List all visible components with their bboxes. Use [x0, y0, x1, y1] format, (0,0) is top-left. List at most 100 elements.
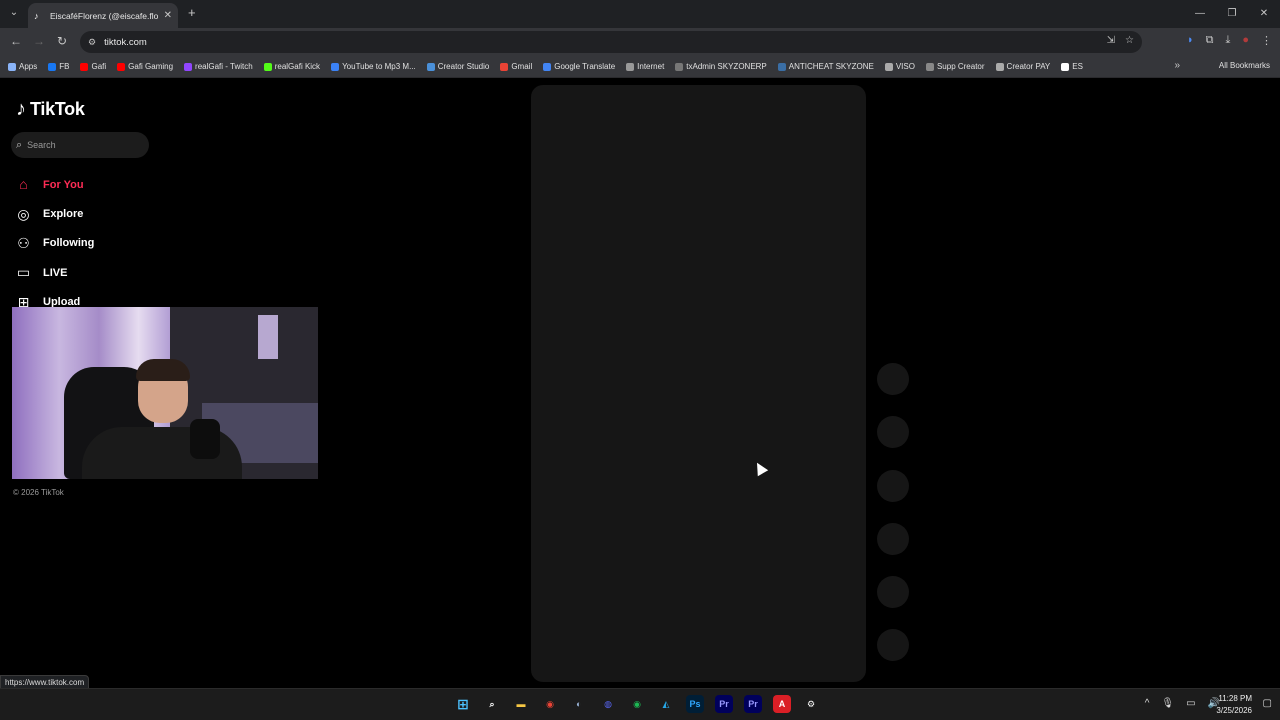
bookmark-star-icon[interactable]: ☆ [1125, 35, 1134, 46]
sidebar-item-live[interactable]: ▭ LIVE [15, 258, 94, 287]
bookmark-label: Gmail [511, 62, 533, 71]
bookmark-item[interactable]: Supp Creator [925, 62, 985, 71]
close-window-button[interactable]: ✕ [1248, 0, 1280, 28]
bookmark-label: Google Translate [554, 62, 616, 71]
download-icon[interactable]: ⤓ [1225, 34, 1230, 47]
search-icon: ⌕ [16, 138, 23, 151]
photoshop-icon[interactable]: Ps [686, 695, 704, 713]
search-placeholder: Search [27, 140, 56, 150]
tiktok-logo[interactable]: ♪ TikTok [16, 98, 85, 121]
address-bar[interactable]: ⚙ tiktok.com ⇲ ☆ [80, 31, 1142, 53]
comment-button[interactable] [877, 416, 909, 449]
webcam-poster [258, 315, 278, 359]
bookmark-label: Apps [19, 62, 38, 71]
bookmark-favicon-icon [925, 62, 934, 71]
video-player-placeholder[interactable] [531, 85, 866, 682]
site-info-icon[interactable]: ⚙ [88, 37, 96, 48]
tiktok-page: ♪ TikTok ⌕ Search ⌂ For You ◎ Explore ⚇ … [0, 78, 1280, 688]
sidebar-item-label: Explore [43, 208, 84, 221]
bookmark-item[interactable]: Gafi Gaming [117, 62, 173, 71]
acrobat-icon[interactable]: A [773, 695, 791, 713]
home-icon: ⌂ [19, 176, 28, 193]
sidebar-nav: ⌂ For You ◎ Explore ⚇ Following ▭ LIVE ⊞… [15, 170, 94, 317]
bookmark-item[interactable]: Gmail [500, 62, 532, 71]
discord-icon[interactable]: ◍ [599, 695, 617, 713]
tab-title: EiscaféFlorenz (@eiscafe.florenz [50, 10, 158, 21]
bookmark-item[interactable]: Internet [626, 62, 664, 71]
video-actions [877, 363, 909, 683]
bookmark-favicon-icon [777, 62, 786, 71]
tab-close-icon[interactable]: ✕ [164, 10, 172, 21]
sound-button[interactable] [877, 629, 909, 662]
sidebar-item-following[interactable]: ⚇ Following [15, 229, 94, 258]
bookmark-item[interactable]: realGafi - Twitch [184, 62, 253, 71]
bookmark-label: ES [1072, 62, 1083, 71]
bookmark-favicon-icon [426, 62, 435, 71]
search-taskbar-icon[interactable]: ⌕ [483, 695, 501, 713]
profile-avatar[interactable]: ● [1242, 34, 1249, 47]
sidebar-item-for-you[interactable]: ⌂ For You [15, 170, 94, 199]
extensions-puzzle-icon[interactable]: ⧉ [1206, 34, 1214, 47]
system-clock[interactable]: 11:28 PM 3/25/2026 [1216, 693, 1252, 717]
back-button[interactable]: ← [8, 34, 24, 48]
bookmark-item[interactable]: YouTube to Mp3 M... [331, 62, 416, 71]
webcam-person-hair [136, 359, 190, 381]
file-explorer-icon[interactable]: ▬ [512, 695, 530, 713]
bookmark-button[interactable] [877, 469, 909, 502]
chrome-icon[interactable]: ◉ [541, 695, 559, 713]
tiktok-favicon-icon: ♪ [34, 10, 39, 21]
app-icon[interactable]: ⚙ [802, 695, 820, 713]
forward-button[interactable]: → [31, 34, 47, 48]
premiere-2-icon[interactable]: Pr [744, 695, 762, 713]
bookmark-favicon-icon [117, 62, 126, 71]
bookmark-item[interactable]: Creator Studio [426, 62, 489, 71]
microphone-icon[interactable]: 🎙 [1161, 698, 1174, 709]
minimize-button[interactable]: — [1184, 0, 1216, 28]
windows-start-icon[interactable]: ⊞ [454, 695, 472, 713]
menu-kebab-icon[interactable]: ⋮ [1261, 34, 1272, 47]
network-icon[interactable]: ▭ [1186, 698, 1195, 709]
following-icon: ⚇ [17, 234, 30, 251]
bookmark-item[interactable]: ANTICHEAT SKYZONE [777, 62, 874, 71]
all-bookmarks-button[interactable]: All Bookmarks [1219, 61, 1270, 70]
bookmark-favicon-icon [543, 62, 552, 71]
bookmark-label: realGafi Kick [274, 62, 321, 71]
extension-icon[interactable]: ◗ [1187, 34, 1194, 47]
bookmark-item[interactable]: Creator PAY [995, 62, 1050, 71]
bookmark-item[interactable]: Apps [8, 62, 37, 71]
bookmark-favicon-icon [675, 62, 684, 71]
bookmark-item[interactable]: Gafi [80, 62, 106, 71]
sidebar-item-label: LIVE [43, 266, 68, 279]
bookmarks-bar: Apps FB Gafi Gafi Gaming realGafi - Twitch re… [0, 56, 1280, 78]
install-app-icon[interactable]: ⇲ [1107, 35, 1115, 46]
notification-icon[interactable]: ▢ [1263, 698, 1272, 709]
steam-icon[interactable]: ◐ [570, 695, 588, 713]
bookmark-favicon-icon [263, 62, 272, 71]
share-button[interactable] [877, 522, 909, 555]
bookmark-favicon-icon [80, 62, 89, 71]
sidebar-item-explore[interactable]: ◎ Explore [15, 199, 94, 228]
restore-button[interactable]: ❐ [1216, 0, 1248, 28]
url-text: tiktok.com [104, 36, 147, 48]
bookmark-item[interactable]: realGafi Kick [263, 62, 321, 71]
telegram-icon[interactable]: ◭ [657, 695, 675, 713]
new-tab-button[interactable]: + [188, 5, 196, 20]
tray-chevron-icon[interactable]: ^ [1145, 698, 1150, 709]
bookmark-label: realGafi - Twitch [195, 62, 253, 71]
search-input[interactable]: ⌕ Search [11, 132, 149, 158]
reload-button[interactable]: ↻ [54, 34, 70, 48]
spotify-icon[interactable]: ◉ [628, 695, 646, 713]
bookmark-item[interactable]: ES [1061, 62, 1083, 71]
more-button[interactable] [877, 576, 909, 609]
bookmark-item[interactable]: Google Translate [543, 62, 615, 71]
live-icon: ▭ [16, 264, 31, 281]
premiere-icon[interactable]: Pr [715, 695, 733, 713]
like-button[interactable] [877, 363, 909, 395]
bookmarks-overflow-icon[interactable]: » [1174, 60, 1180, 71]
bookmark-item[interactable]: txAdmin SKYZONERP [675, 62, 767, 71]
browser-tab-active[interactable]: ♪ EiscaféFlorenz (@eiscafe.florenz ✕ [28, 3, 178, 28]
bookmark-label: Supp Creator [936, 62, 985, 71]
bookmark-item[interactable]: FB [48, 62, 69, 71]
bookmark-item[interactable]: VISO [884, 62, 915, 71]
tab-search-icon[interactable]: ⌄ [6, 5, 22, 21]
